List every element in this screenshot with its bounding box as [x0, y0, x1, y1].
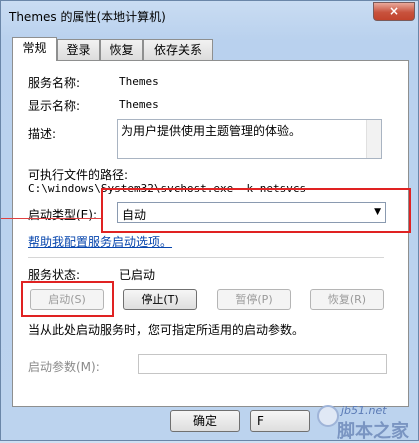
- window-title: Themes 的属性(本地计算机): [9, 10, 166, 24]
- pause-button-label: 暂停(P): [235, 293, 273, 306]
- ok-button[interactable]: 确定: [170, 410, 240, 432]
- close-button[interactable]: ×: [373, 2, 415, 21]
- start-params-input[interactable]: [138, 354, 387, 374]
- tab-logon[interactable]: 登录: [57, 39, 100, 60]
- startup-type-label: 启动类型(E):: [28, 208, 97, 222]
- watermark-name: 脚本之家: [337, 421, 409, 442]
- display-name-value: Themes: [119, 98, 159, 111]
- pause-button[interactable]: 暂停(P): [217, 289, 291, 310]
- tab-dependencies[interactable]: 依存关系: [143, 39, 213, 60]
- service-name-label: 服务名称:: [28, 76, 81, 90]
- close-icon: ×: [388, 4, 400, 18]
- title-bar: Themes 的属性(本地计算机) ×: [1, 1, 419, 31]
- highlight-box-startup: [101, 188, 411, 233]
- divider: [28, 257, 384, 258]
- start-params-hint: 当从此处启动服务时，您可指定所适用的启动参数。: [28, 323, 305, 337]
- service-properties-window: Themes 的属性(本地计算机) × 常规 登录 恢复 依存关系 服务名称: …: [0, 0, 419, 442]
- resume-button-label: 恢复(R): [327, 293, 367, 306]
- tab-label: 恢复: [109, 43, 134, 57]
- cancel-button[interactable]: F: [250, 410, 310, 432]
- tab-label: 依存关系: [153, 43, 202, 57]
- stop-button-label: 停止(T): [141, 293, 179, 306]
- watermark-site: jb51.net: [341, 404, 387, 417]
- display-name-label: 显示名称:: [28, 99, 81, 113]
- stop-button[interactable]: 停止(T): [123, 289, 197, 310]
- tab-recovery[interactable]: 恢复: [100, 39, 143, 60]
- tab-general[interactable]: 常规: [12, 37, 57, 61]
- description-label: 描述:: [28, 127, 57, 141]
- resume-button[interactable]: 恢复(R): [310, 289, 384, 310]
- highlight-line: [1, 218, 101, 219]
- description-scrollbar[interactable]: [366, 120, 381, 158]
- start-params-label: 启动参数(M):: [28, 360, 100, 374]
- service-name-value: Themes: [119, 75, 159, 88]
- watermark-logo: [317, 405, 339, 427]
- description-text: 为用户提供使用主题管理的体验。: [121, 124, 302, 138]
- description-box[interactable]: 为用户提供使用主题管理的体验。: [117, 119, 382, 159]
- help-startup-link[interactable]: 帮助我配置服务启动选项。: [28, 233, 172, 250]
- ok-button-label: 确定: [192, 414, 217, 428]
- cancel-button-label: F: [257, 414, 264, 428]
- tab-label: 登录: [66, 43, 91, 57]
- service-status-value: 已启动: [119, 268, 156, 282]
- tab-label: 常规: [22, 41, 47, 55]
- exe-path-label: 可执行文件的路径:: [28, 168, 129, 182]
- highlight-box-start: [21, 281, 114, 317]
